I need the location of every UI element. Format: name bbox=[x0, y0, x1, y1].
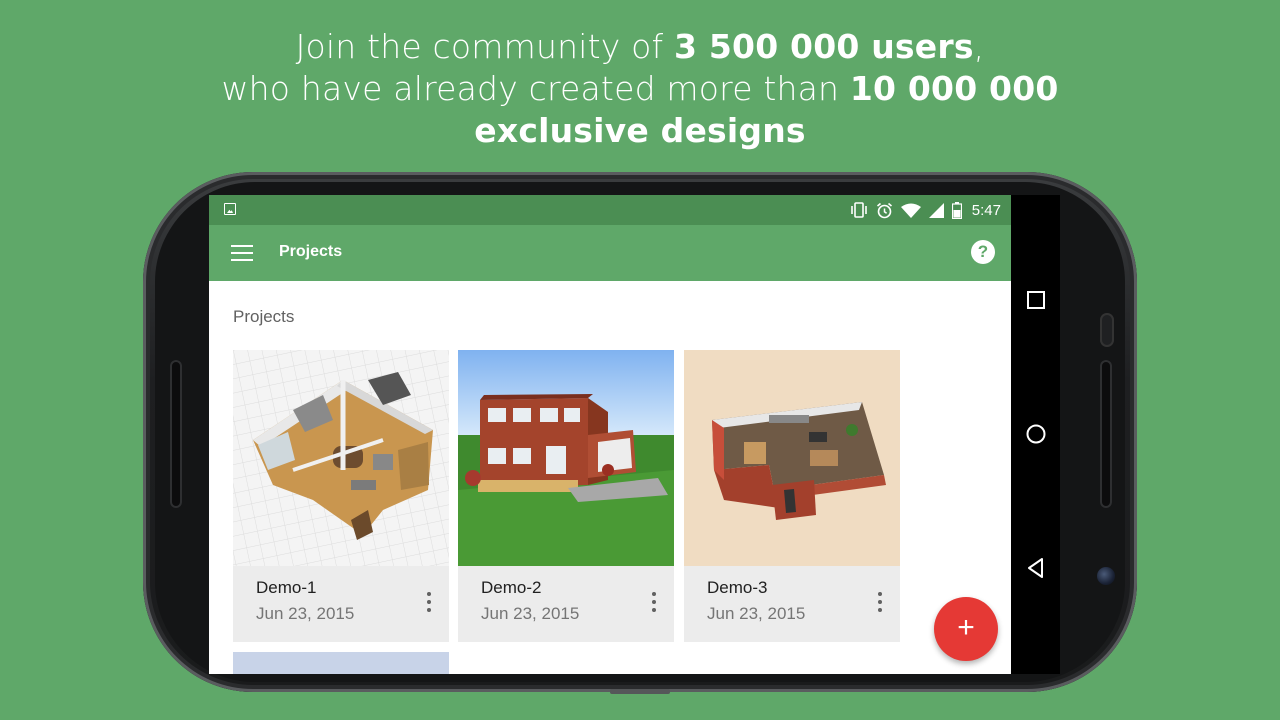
front-camera bbox=[1097, 567, 1115, 585]
menu-icon[interactable] bbox=[231, 245, 253, 261]
headline-line-3: exclusive designs bbox=[474, 111, 806, 150]
more-options-icon[interactable] bbox=[648, 590, 660, 614]
headline-line-1: Join the community of 3 500 000 users, bbox=[295, 27, 985, 66]
project-date: Jun 23, 2015 bbox=[256, 604, 355, 623]
battery-icon bbox=[951, 201, 962, 219]
speaker-grille-left bbox=[170, 360, 182, 508]
add-project-button[interactable]: + bbox=[934, 597, 998, 661]
help-icon[interactable]: ? bbox=[971, 240, 995, 264]
project-name: Demo-3 bbox=[707, 578, 768, 597]
status-time: 5:47 bbox=[971, 201, 1001, 219]
back-icon[interactable] bbox=[1011, 543, 1060, 593]
promo-headline: Join the community of 3 500 000 users, w… bbox=[0, 26, 1280, 152]
alarm-icon bbox=[876, 202, 892, 218]
project-date: Jun 23, 2015 bbox=[481, 604, 580, 623]
project-card-demo-2[interactable]: Demo-2 Jun 23, 2015 bbox=[458, 350, 674, 642]
headline-line-2: who have already created more than 10 00… bbox=[221, 69, 1059, 108]
recents-icon[interactable] bbox=[1011, 275, 1060, 325]
app-bar-title: Projects bbox=[279, 243, 343, 260]
image-icon bbox=[224, 203, 236, 215]
project-thumbnail-interior bbox=[684, 350, 900, 566]
navigation-bar bbox=[1011, 195, 1060, 674]
more-options-icon[interactable] bbox=[423, 590, 435, 614]
phone-side-button bbox=[610, 689, 670, 694]
signal-icon bbox=[928, 202, 944, 218]
project-card-partial[interactable] bbox=[233, 652, 449, 674]
app-bar: Projects ? bbox=[209, 225, 1011, 281]
status-bar: 5:47 bbox=[209, 195, 1011, 225]
wifi-icon bbox=[900, 203, 921, 218]
vibrate-icon bbox=[850, 202, 867, 218]
status-icons: 5:47 bbox=[850, 201, 1001, 219]
project-name: Demo-1 bbox=[256, 578, 317, 597]
project-thumbnail-house bbox=[458, 350, 674, 566]
home-icon[interactable] bbox=[1011, 409, 1060, 459]
more-options-icon[interactable] bbox=[874, 590, 886, 614]
project-name: Demo-2 bbox=[481, 578, 542, 597]
proximity-sensor bbox=[1100, 313, 1114, 347]
project-date: Jun 23, 2015 bbox=[707, 604, 806, 623]
project-thumbnail-floorplan bbox=[233, 350, 449, 566]
speaker-grille-right bbox=[1100, 360, 1112, 508]
project-card-demo-3[interactable]: Demo-3 Jun 23, 2015 bbox=[684, 350, 900, 642]
section-title: Projects bbox=[233, 307, 295, 326]
app-screen: 5:47 Projects ? Projects Demo-1 Jun 23, … bbox=[209, 195, 1011, 674]
project-card-demo-1[interactable]: Demo-1 Jun 23, 2015 bbox=[233, 350, 449, 642]
